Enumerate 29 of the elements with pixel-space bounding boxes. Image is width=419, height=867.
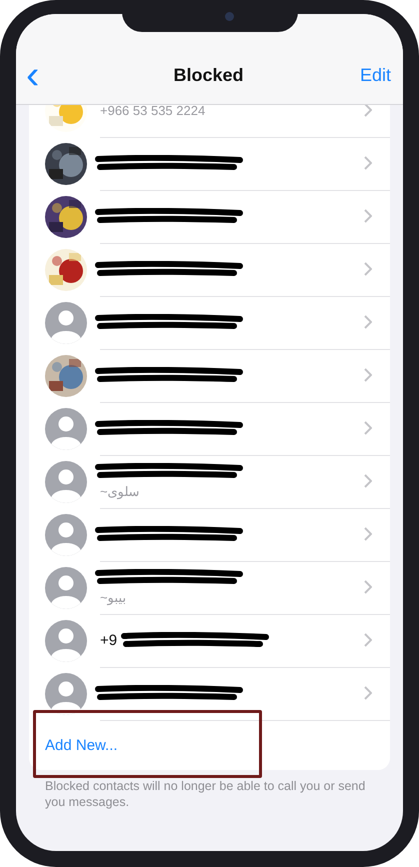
chevron-icon: [364, 209, 372, 223]
back-button[interactable]: ‹: [26, 60, 46, 90]
chevron-icon: [364, 262, 372, 276]
chevron-icon: [364, 580, 372, 594]
footer-note: Blocked contacts will no longer be able to call you or send you messages.: [44, 778, 366, 810]
chevron-icon: [364, 527, 372, 541]
chevron-icon: [364, 315, 372, 329]
avatar-icon: [45, 672, 87, 714]
avatar-icon: [45, 620, 87, 662]
camera-icon: [225, 12, 234, 20]
page-title: Blocked: [172, 64, 245, 87]
avatar-icon: [45, 408, 87, 450]
chevron-icon: [364, 474, 372, 488]
avatar-icon: [45, 514, 87, 556]
chevron-icon: [364, 633, 372, 647]
chevron-icon: [364, 686, 372, 700]
avatar-icon: [45, 460, 87, 502]
avatar-icon: [45, 566, 87, 608]
contact-detail: ~سلوى: [100, 484, 141, 498]
contact-name: +9: [100, 632, 118, 648]
chevron-icon: [364, 105, 372, 117]
chevron-icon: [364, 156, 372, 170]
add-new-button[interactable]: Add New...: [45, 736, 118, 754]
contact-detail: ~بيبو: [100, 590, 128, 604]
chevron-icon: [364, 421, 372, 435]
edit-button[interactable]: Edit: [331, 60, 391, 90]
avatar-icon: [45, 302, 87, 344]
contact-detail: +966 53 535 2224: [100, 105, 206, 118]
chevron-icon: [364, 368, 372, 382]
